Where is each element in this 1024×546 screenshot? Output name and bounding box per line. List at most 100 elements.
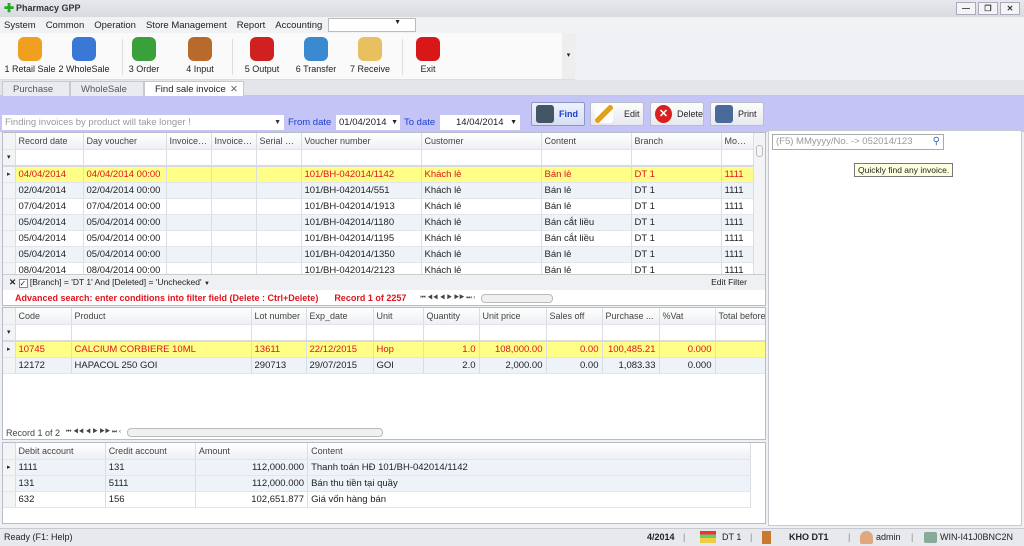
toolbar-button-6[interactable]: 7 Receive [344, 37, 396, 74]
filter-cell[interactable] [306, 324, 374, 342]
minimize-button[interactable]: — [956, 2, 976, 15]
chevron-down-icon[interactable]: ▼ [204, 281, 210, 287]
tab-find-sale-invoice[interactable]: Find sale invoice ✕ [144, 81, 244, 96]
filter-cell[interactable] [166, 149, 212, 167]
column-header[interactable]: Record date [15, 133, 84, 150]
column-header[interactable]: Content [541, 133, 632, 150]
menu-combo[interactable]: ▼ [328, 18, 416, 32]
filter-cell[interactable] [15, 149, 84, 167]
filter-expression[interactable]: [Branch] = 'DT 1' And [Deleted] = 'Unche… [30, 277, 202, 287]
record-navigator[interactable]: ⏮ ◀◀ ◀ ▶ ▶▶ ⏭ ‹ [420, 295, 475, 302]
table-row[interactable]: 07/04/2014 07/04/2014 00:00 101/BH-042014/… [3, 198, 754, 215]
column-header[interactable]: Debit account [15, 443, 106, 460]
filter-row[interactable]: ▾ [3, 149, 754, 167]
toolbar-button-5[interactable]: 6 Transfer [290, 37, 342, 74]
delete-button[interactable]: ✕ Delete [650, 102, 704, 126]
print-button[interactable]: Print [710, 102, 764, 126]
filter-cell[interactable] [423, 324, 480, 342]
toolbar-button-1[interactable]: 2 WholeSale [58, 37, 110, 74]
column-header[interactable]: %Vat [659, 308, 716, 325]
edit-button[interactable]: Edit [590, 102, 644, 126]
toolbar-button-3[interactable]: 4 Input [178, 37, 222, 74]
column-header[interactable]: Exp_date [306, 308, 374, 325]
horizontal-scrollbar[interactable] [126, 428, 383, 437]
chevron-down-icon[interactable]: ▼ [274, 115, 281, 130]
column-header[interactable]: Amount [195, 443, 309, 460]
filter-cell[interactable] [256, 149, 302, 167]
column-header[interactable]: Invoice ... [211, 133, 257, 150]
close-tab-icon[interactable]: ✕ [230, 82, 238, 97]
from-date-input[interactable]: 01/04/2014 ▼ [336, 115, 400, 130]
restore-button[interactable]: ❐ [978, 2, 998, 15]
filter-cell[interactable] [421, 149, 542, 167]
filter-row[interactable]: ▾ [3, 324, 765, 342]
filter-cell[interactable] [15, 324, 72, 342]
table-row[interactable]: 05/04/2014 05/04/2014 00:00 101/BH-042014/… [3, 214, 754, 231]
table-row[interactable]: ▸ 1111 131 112,000.000 Thanh toán HĐ 101/BH-… [3, 459, 751, 476]
column-header[interactable]: Serial nu... [256, 133, 302, 150]
toolbar-button-7[interactable]: Exit [406, 37, 450, 74]
column-header[interactable]: Mode ... [721, 133, 754, 150]
table-row[interactable]: ▸ 04/04/2014 04/04/2014 00:00 101/BH-042014… [3, 166, 754, 183]
column-header[interactable]: Content [307, 443, 751, 460]
toolbar-button-4[interactable]: 5 Output [236, 37, 288, 74]
filter-cell[interactable] [479, 324, 547, 342]
horizontal-scrollbar[interactable] [481, 293, 554, 303]
chevron-down-icon[interactable]: ▼ [391, 115, 398, 130]
menu-report[interactable]: Report [237, 20, 266, 31]
menu-accounting[interactable]: Accounting [275, 20, 322, 31]
table-row[interactable]: 05/04/2014 05/04/2014 00:00 101/BH-042014/… [3, 230, 754, 247]
table-row[interactable]: 632 156 102,651.877 Giá vốn hàng bán [3, 491, 751, 508]
column-header[interactable]: Day voucher [83, 133, 167, 150]
column-header[interactable]: Product [71, 308, 252, 325]
filter-cell[interactable] [721, 149, 754, 167]
close-window-button[interactable]: ✕ [1000, 2, 1020, 15]
toolbar-button-2[interactable]: 3 Order [124, 37, 164, 74]
toolbar-overflow-button[interactable]: ▾ [562, 33, 575, 79]
vertical-scrollbar[interactable] [753, 133, 765, 274]
toolbar-button-0[interactable]: 1 Retail Sale [4, 37, 56, 74]
record-navigator[interactable]: ⏮ ◀◀ ◀ ▶ ▶▶ ⏭ ‹ [66, 429, 121, 436]
filter-cell[interactable] [251, 324, 307, 342]
tab-purchase[interactable]: Purchase [2, 81, 70, 96]
chevron-down-icon[interactable]: ▼ [510, 115, 517, 130]
filter-cell[interactable] [301, 149, 422, 167]
table-row[interactable]: 12172 HAPACOL 250 GOI 290713 29/07/2015 GOI 2… [3, 357, 765, 374]
menu-common[interactable]: Common [46, 20, 85, 31]
find-button[interactable]: Find [531, 102, 585, 126]
column-header[interactable]: Unit price [479, 308, 547, 325]
filter-cell[interactable] [602, 324, 660, 342]
menu-operation[interactable]: Operation [94, 20, 136, 31]
menu-store-management[interactable]: Store Management [146, 20, 227, 31]
clear-filter-icon[interactable]: ✕ [9, 277, 16, 287]
menu-system[interactable]: System [4, 20, 36, 31]
column-header[interactable]: Voucher number [301, 133, 422, 150]
filter-cell[interactable] [631, 149, 722, 167]
filter-cell[interactable] [83, 149, 167, 167]
column-header[interactable]: Invoice ... [166, 133, 212, 150]
table-row[interactable]: 131 5111 112,000.000 Bán thu tiền tại quầy [3, 475, 751, 492]
column-header[interactable]: Lot number [251, 308, 307, 325]
edit-filter-link[interactable]: Edit Filter [711, 275, 747, 290]
table-row[interactable]: 02/04/2014 02/04/2014 00:00 101/BH-042014/… [3, 182, 754, 199]
filter-cell[interactable] [659, 324, 716, 342]
search-icon[interactable]: ⚲ [933, 135, 940, 149]
column-header[interactable]: Sales off [546, 308, 603, 325]
quick-search-input[interactable]: (F5) MMyyyy/No. -> 052014/123 ⚲ [772, 134, 944, 150]
column-header[interactable]: Branch [631, 133, 722, 150]
filter-cell[interactable] [71, 324, 252, 342]
table-row[interactable]: ▸ 10745 CALCIUM CORBIERE 10ML 13611 22/12/20… [3, 341, 765, 358]
filter-checkbox[interactable]: ✓ [18, 279, 28, 288]
to-date-input[interactable]: 14/04/2014 ▼ [440, 115, 520, 130]
column-header[interactable]: Credit account [105, 443, 196, 460]
filter-cell[interactable] [715, 324, 765, 342]
product-search-input[interactable]: Finding invoices by product will take lo… [2, 115, 284, 130]
column-header[interactable]: Quantity [423, 308, 480, 325]
filter-cell[interactable] [546, 324, 603, 342]
filter-cell[interactable] [373, 324, 424, 342]
column-header[interactable]: Purchase ... [602, 308, 660, 325]
column-header[interactable]: Total before [715, 308, 765, 325]
filter-cell[interactable] [541, 149, 632, 167]
column-header[interactable]: Customer [421, 133, 542, 150]
column-header[interactable]: Code [15, 308, 72, 325]
